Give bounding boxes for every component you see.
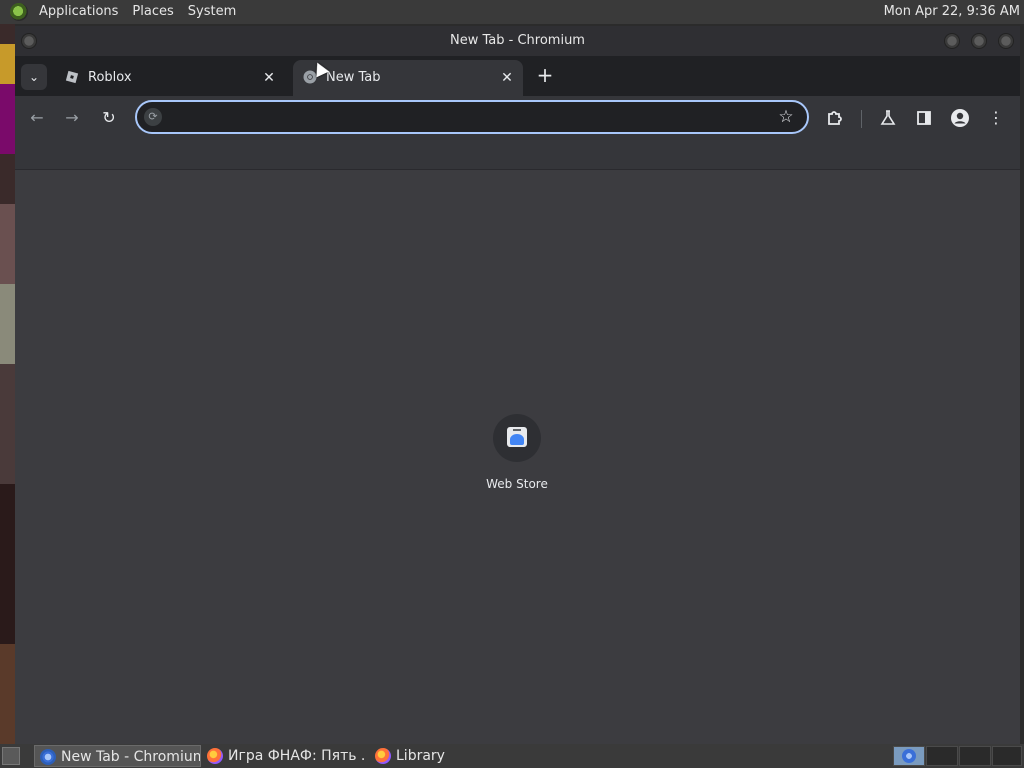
tab-label: Roblox bbox=[88, 70, 132, 85]
menu-system[interactable]: System bbox=[181, 0, 243, 24]
workspace-4[interactable] bbox=[992, 746, 1022, 766]
firefox-icon bbox=[207, 748, 223, 764]
task-label: Игра ФНАФ: Пять ... bbox=[228, 748, 366, 764]
arrow-left-icon[interactable]: ← bbox=[25, 106, 49, 130]
star-icon[interactable]: ☆ bbox=[777, 108, 795, 126]
tab-label: New Tab bbox=[326, 70, 381, 85]
web-store-icon bbox=[507, 427, 527, 447]
window-titlebar[interactable]: New Tab - Chromium bbox=[15, 26, 1020, 56]
tab-search-chevron-down-icon[interactable]: ⌄ bbox=[21, 64, 47, 90]
task-label: New Tab - Chromium bbox=[61, 749, 201, 765]
show-desktop-icon[interactable] bbox=[2, 747, 20, 765]
tab-strip: ⌄ Roblox ✕ New Tab ✕ + bbox=[15, 56, 1020, 96]
flask-icon[interactable] bbox=[876, 106, 900, 130]
puzzle-icon[interactable] bbox=[823, 106, 847, 130]
shortcut-label: Web Store bbox=[486, 477, 548, 491]
close-tab-icon[interactable]: ✕ bbox=[261, 70, 277, 86]
workspace-2[interactable] bbox=[926, 746, 958, 766]
workspace-3[interactable] bbox=[959, 746, 991, 766]
omnibox[interactable]: ⟳ ☆ bbox=[135, 100, 809, 134]
window-menu-icon[interactable] bbox=[21, 33, 37, 49]
site-info-icon[interactable]: ⟳ bbox=[144, 108, 162, 126]
minimize-icon[interactable] bbox=[944, 33, 960, 49]
tab-roblox[interactable]: Roblox ✕ bbox=[55, 60, 285, 96]
task-chromium[interactable]: New Tab - Chromium bbox=[34, 745, 201, 767]
task-firefox-fnaf[interactable]: Игра ФНАФ: Пять ... bbox=[202, 745, 366, 767]
close-window-icon[interactable] bbox=[998, 33, 1014, 49]
roblox-icon bbox=[65, 70, 79, 84]
reload-icon[interactable]: ↻ bbox=[97, 106, 121, 130]
window-title: New Tab - Chromium bbox=[450, 33, 585, 48]
browser-window: New Tab - Chromium ⌄ Roblox ✕ New Tab ✕ … bbox=[15, 26, 1020, 744]
shortcut-web-store[interactable]: Web Store bbox=[477, 414, 557, 491]
top-panel: Applications Places System Mon Apr 22, 9… bbox=[0, 0, 1024, 24]
menu-applications[interactable]: Applications bbox=[32, 0, 125, 24]
menu-places[interactable]: Places bbox=[125, 0, 180, 24]
top-panel-menu: Applications Places System bbox=[0, 0, 243, 24]
chromium-icon bbox=[40, 749, 56, 765]
maximize-icon[interactable] bbox=[971, 33, 987, 49]
task-label: Library bbox=[396, 748, 445, 764]
toolbar-divider bbox=[861, 110, 862, 128]
browser-toolbar: ← → ↻ ⟳ ☆ ⋮ bbox=[15, 96, 1020, 140]
side-panel-icon[interactable] bbox=[912, 106, 936, 130]
new-tab-plus-icon[interactable]: + bbox=[535, 65, 555, 86]
desktop-background bbox=[0, 24, 15, 744]
workspace-1[interactable] bbox=[893, 746, 925, 766]
distro-logo-icon[interactable] bbox=[10, 3, 28, 21]
bottom-taskbar: New Tab - Chromium Игра ФНАФ: Пять ... L… bbox=[0, 744, 1024, 768]
shortcut-tile[interactable] bbox=[493, 414, 541, 462]
more-vert-icon[interactable]: ⋮ bbox=[984, 106, 1008, 130]
panel-clock[interactable]: Mon Apr 22, 9:36 AM bbox=[884, 0, 1020, 24]
close-tab-icon[interactable]: ✕ bbox=[499, 70, 515, 86]
task-firefox-library[interactable]: Library bbox=[370, 745, 530, 767]
new-tab-page: Web Store bbox=[15, 174, 1020, 744]
tab-new-tab[interactable]: New Tab ✕ bbox=[293, 60, 523, 96]
bookmarks-bar bbox=[15, 140, 1020, 170]
arrow-right-icon[interactable]: → bbox=[60, 106, 84, 130]
firefox-icon bbox=[375, 748, 391, 764]
omnibox-input[interactable] bbox=[169, 106, 769, 128]
profile-icon[interactable] bbox=[948, 106, 972, 130]
